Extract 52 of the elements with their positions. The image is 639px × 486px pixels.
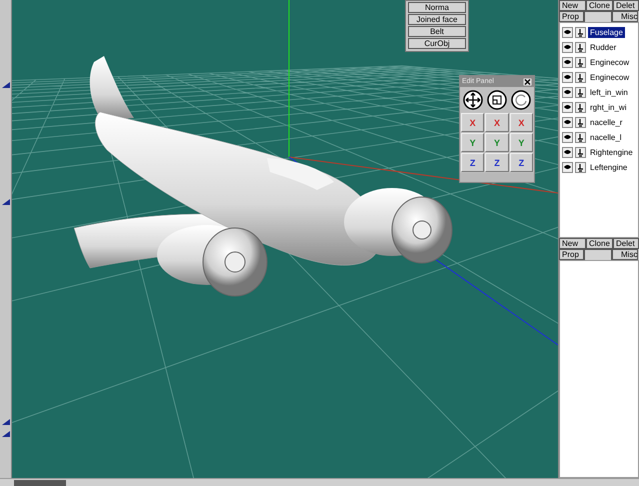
eye-icon[interactable]: [562, 57, 573, 68]
close-icon[interactable]: [523, 78, 532, 86]
eye-icon[interactable]: [562, 102, 573, 113]
lamp-icon[interactable]: [575, 87, 586, 98]
panel-button[interactable]: Delet: [613, 0, 639, 11]
object-list-item[interactable]: Leftengine: [588, 162, 630, 173]
object-list-item[interactable]: Rudder: [588, 42, 618, 53]
eye-icon[interactable]: [562, 87, 573, 98]
lamp-icon[interactable]: [575, 132, 586, 143]
panel-button[interactable]: New: [559, 238, 586, 249]
triangle-icon[interactable]: [2, 82, 10, 88]
scrollbar-thumb[interactable]: [14, 480, 66, 486]
eye-icon[interactable]: [562, 162, 573, 173]
menu-button[interactable]: Belt: [408, 26, 466, 37]
eye-icon[interactable]: [562, 117, 573, 128]
eye-icon[interactable]: [562, 42, 573, 53]
panel-button[interactable]: Delet: [613, 238, 639, 249]
scale-icon[interactable]: [487, 90, 507, 110]
lamp-icon[interactable]: [575, 147, 586, 158]
tab[interactable]: Prop: [559, 249, 584, 260]
rotate-icon[interactable]: [511, 90, 531, 110]
tab[interactable]: Prop: [559, 11, 584, 22]
menu-button[interactable]: Joined face: [408, 14, 466, 25]
eye-icon[interactable]: [562, 72, 573, 83]
lamp-icon[interactable]: [575, 57, 586, 68]
axis-button[interactable]: Z: [485, 153, 509, 172]
object-list-item[interactable]: rght_in_wi: [588, 102, 628, 113]
eye-icon[interactable]: [562, 132, 573, 143]
triangle-icon[interactable]: [2, 199, 10, 205]
object-list-item[interactable]: Enginecow: [588, 57, 632, 68]
lamp-icon[interactable]: [575, 162, 586, 173]
panel-button[interactable]: Clone: [586, 0, 613, 11]
lamp-icon[interactable]: [575, 117, 586, 128]
panel-button[interactable]: New: [559, 0, 586, 11]
lamp-icon[interactable]: [575, 72, 586, 83]
object-list-item[interactable]: nacelle_l: [588, 132, 624, 143]
object-list-item[interactable]: left_in_win: [588, 87, 630, 98]
axis-button[interactable]: Z: [510, 153, 533, 172]
object-list-item[interactable]: Fuselage: [588, 27, 625, 38]
lamp-icon[interactable]: [575, 102, 586, 113]
menu-button[interactable]: Norma: [408, 2, 466, 13]
eye-icon[interactable]: [562, 27, 573, 38]
object-list-item[interactable]: Rightengine: [588, 147, 635, 158]
object-list-item[interactable]: Enginecow: [588, 72, 632, 83]
axis-button[interactable]: Z: [461, 153, 484, 172]
eye-icon[interactable]: [562, 147, 573, 158]
object-list-item[interactable]: nacelle_r: [588, 117, 624, 128]
lamp-icon[interactable]: [575, 42, 586, 53]
lamp-icon[interactable]: [575, 27, 586, 38]
move-icon[interactable]: [463, 90, 483, 110]
panel-button[interactable]: Clone: [586, 238, 613, 249]
menu-button[interactable]: CurObj: [408, 38, 466, 49]
